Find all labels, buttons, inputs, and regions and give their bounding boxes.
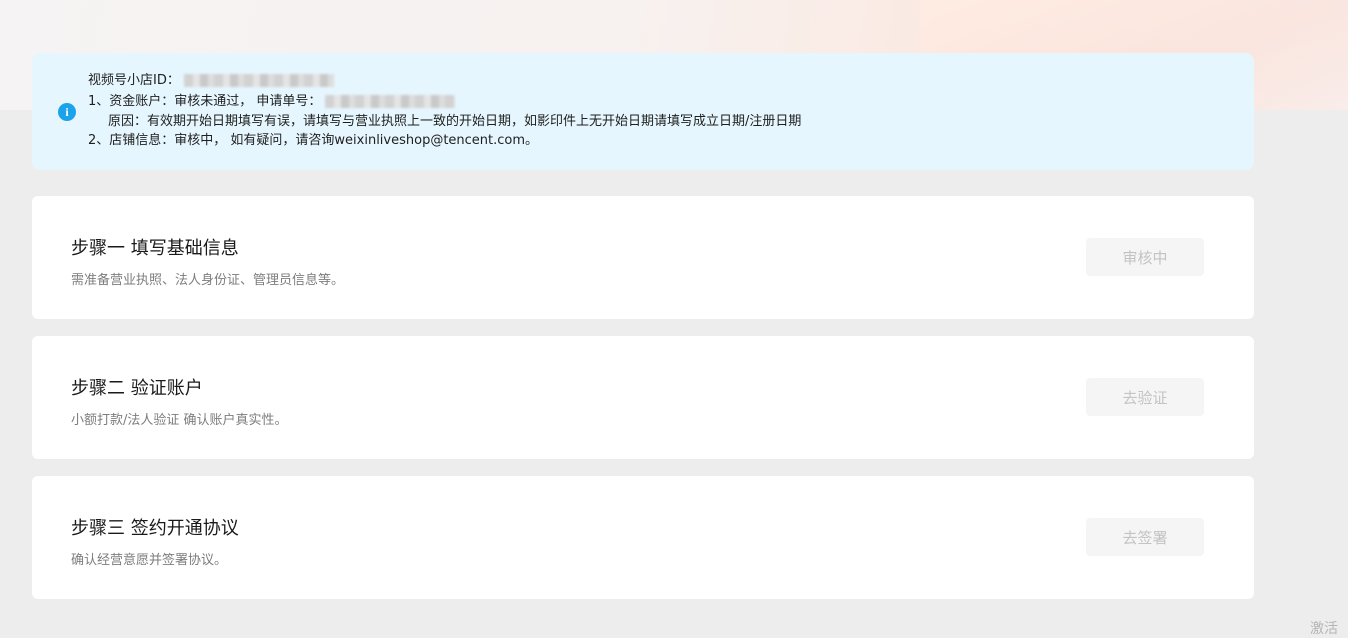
account-status-text: 1、资金账户：审核未通过， 申请单号： bbox=[88, 94, 322, 109]
notice-shop-id: 视频号小店ID： bbox=[88, 73, 334, 89]
step-card-sign-agreement: 步骤三 签约开通协议 确认经营意愿并签署协议。 去签署 bbox=[32, 476, 1254, 599]
activate-watermark-text: 激活 bbox=[1310, 621, 1338, 637]
redacted-application-number bbox=[325, 95, 456, 108]
notice-reason: 原因：有效期开始日期填写有误，请填写与营业执照上一致的开始日期，如影印件上无开始… bbox=[108, 114, 802, 129]
shop-id-label: 视频号小店ID： bbox=[88, 73, 180, 88]
step-card-basic-info: 步骤一 填写基础信息 需准备营业执照、法人身份证、管理员信息等。 审核中 bbox=[32, 196, 1254, 319]
step-description: 需准备营业执照、法人身份证、管理员信息等。 bbox=[71, 273, 345, 288]
review-notice-banner: i 视频号小店ID： 1、资金账户：审核未通过， 申请单号： 原因：有效期开始日… bbox=[32, 53, 1254, 170]
step-title: 步骤三 签约开通协议 bbox=[71, 518, 239, 539]
step-card-verify-account: 步骤二 验证账户 小额打款/法人验证 确认账户真实性。 去验证 bbox=[32, 336, 1254, 459]
step-description: 小额打款/法人验证 确认账户真实性。 bbox=[71, 413, 288, 428]
info-icon: i bbox=[58, 103, 76, 121]
reviewing-button[interactable]: 审核中 bbox=[1086, 238, 1204, 276]
step-title: 步骤二 验证账户 bbox=[71, 378, 203, 399]
sign-button[interactable]: 去签署 bbox=[1086, 518, 1204, 556]
notice-shop-status: 2、店铺信息：审核中， 如有疑问，请咨询weixinliveshop@tence… bbox=[88, 133, 539, 148]
step-description: 确认经营意愿并签署协议。 bbox=[71, 553, 228, 568]
notice-account-status: 1、资金账户：审核未通过， 申请单号： bbox=[88, 94, 456, 110]
step-title: 步骤一 填写基础信息 bbox=[71, 238, 239, 259]
redacted-shop-id bbox=[183, 74, 334, 87]
verify-button[interactable]: 去验证 bbox=[1086, 378, 1204, 416]
